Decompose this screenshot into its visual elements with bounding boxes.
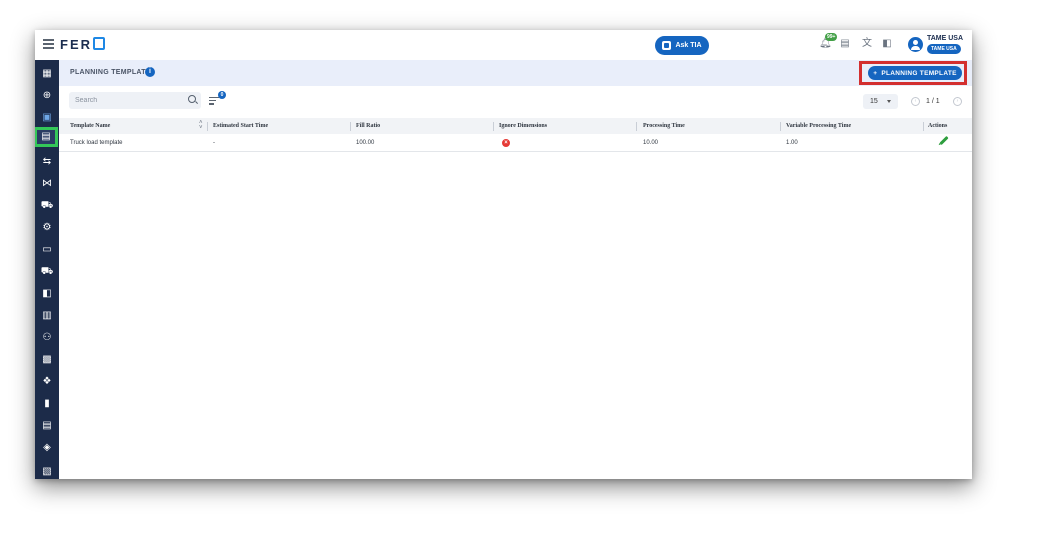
truck-icon[interactable]: ⛟ [39, 264, 55, 280]
translate-icon[interactable]: 文 [861, 38, 873, 50]
menu-icon[interactable] [43, 39, 54, 49]
shield-icon[interactable]: ◈ [39, 440, 55, 456]
top-bar: FER Ask TIA 🔔︎ 99+ ▤ 文 ◧ TAME USA TAME U… [35, 30, 972, 61]
pagination-info: 1 / 1 [926, 98, 940, 105]
map-icon[interactable]: ▧ [39, 464, 55, 479]
info-icon[interactable]: i [145, 67, 155, 77]
next-page-icon[interactable]: › [953, 97, 962, 106]
table-header: Template Name ˄ ˅ Estimated Start Time Fi… [59, 118, 972, 134]
column-processing-time[interactable]: Processing Time [643, 123, 685, 129]
report-icon[interactable]: ▩ [39, 352, 55, 368]
book-icon[interactable]: ◧ [881, 38, 893, 50]
truck-search-icon[interactable]: ⛟ [39, 198, 55, 214]
ask-tia-button[interactable]: Ask TIA [655, 36, 709, 55]
cell-processing-time: 10.00 [643, 140, 659, 146]
previous-page-icon[interactable]: ‹ [911, 97, 920, 106]
columns-icon[interactable]: ◧ [39, 286, 55, 302]
search-icon[interactable] [188, 95, 196, 103]
app-window: FER Ask TIA 🔔︎ 99+ ▤ 文 ◧ TAME USA TAME U… [35, 30, 972, 479]
logo[interactable]: FER [60, 37, 105, 52]
people-icon[interactable]: ⚇ [39, 330, 55, 346]
plus-icon: + [873, 69, 878, 77]
column-actions: Actions [928, 123, 948, 129]
page-size-select[interactable]: 15 [863, 94, 898, 109]
trash-icon[interactable]: ▮ [39, 396, 55, 412]
settings-gears-icon[interactable]: ⚙ [39, 220, 55, 236]
cell-template-name: Truck load template [70, 140, 123, 146]
notification-badge: 99+ [825, 33, 838, 41]
page-title: PLANNING TEMPLATE [70, 69, 151, 76]
column-estimated-start-time[interactable]: Estimated Start Time [213, 123, 268, 129]
sort-icon[interactable]: ˄ ˅ [199, 120, 203, 131]
sidebar: ▦ ⊕ ▣ ▤ ⇆ ⋈ ⛟ ⚙ ▭ ⛟ ◧ ▥ ⚇ ▩ ❖ ▮ ▤ ◈ ▧ [35, 60, 59, 479]
chevron-down-icon [887, 100, 891, 103]
table-row[interactable]: Truck load template - 100.00 × 10.00 1.0… [59, 134, 972, 152]
edit-icon[interactable] [939, 135, 949, 146]
cell-variable-processing-time: 1.00 [786, 140, 798, 146]
building-icon[interactable]: ▥ [39, 308, 55, 324]
column-variable-processing-time[interactable]: Variable Processing Time [786, 123, 851, 129]
planning-template-icon[interactable]: ▤ [35, 127, 58, 147]
cell-estimated-start-time: - [213, 140, 215, 146]
network-icon[interactable]: ⋈ [39, 176, 55, 192]
filter-count-badge: 0 [218, 91, 226, 99]
add-planning-template-button[interactable]: + PLANNING TEMPLATE [868, 66, 962, 80]
filter-icon[interactable] [209, 97, 219, 105]
column-fill-ratio[interactable]: Fill Ratio [356, 123, 380, 129]
message-icon[interactable]: ▤ [839, 38, 851, 50]
route-icon[interactable]: ⇆ [39, 154, 55, 170]
dashboard-icon[interactable]: ▦ [39, 66, 55, 82]
search-box[interactable] [69, 92, 201, 109]
avatar[interactable] [908, 37, 923, 52]
card-icon[interactable]: ▭ [39, 242, 55, 258]
user-org-badge[interactable]: TAME USA [927, 44, 961, 54]
column-template-name[interactable]: Template Name [70, 123, 110, 129]
column-ignore-dimensions[interactable]: Ignore Dimensions [499, 123, 547, 129]
chat-bot-icon [662, 41, 672, 50]
user-name: TAME USA [927, 35, 964, 42]
search-input[interactable] [75, 94, 175, 107]
gallery-icon[interactable]: ▤ [39, 418, 55, 434]
main-content: PLANNING TEMPLATE i + PLANNING TEMPLATE … [59, 60, 972, 479]
close-circle-icon: × [502, 139, 510, 147]
globe-icon[interactable]: ⊕ [39, 88, 55, 104]
cell-fill-ratio: 100.00 [356, 140, 375, 146]
page-header: PLANNING TEMPLATE i + PLANNING TEMPLATE [59, 60, 972, 86]
cube-icon[interactable]: ❖ [39, 374, 55, 390]
calendar-icon[interactable]: ▣ [39, 110, 55, 126]
